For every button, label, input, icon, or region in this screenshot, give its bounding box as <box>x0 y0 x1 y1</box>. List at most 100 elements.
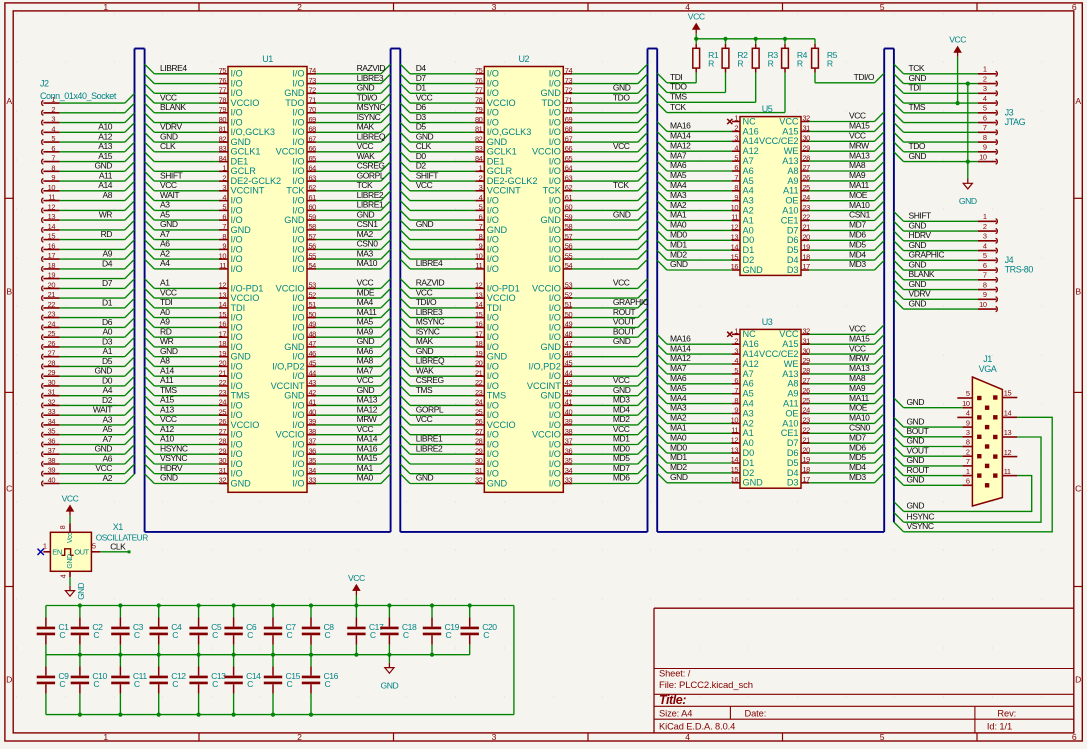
svg-text:MA8: MA8 <box>849 160 866 170</box>
svg-text:BLANK: BLANK <box>909 269 935 279</box>
svg-text:MD4: MD4 <box>613 404 630 414</box>
svg-text:21: 21 <box>219 368 227 377</box>
svg-text:22: 22 <box>475 378 483 387</box>
svg-text:I/O: I/O <box>292 293 304 303</box>
svg-text:A11: A11 <box>783 399 799 409</box>
svg-text:MA13: MA13 <box>357 395 378 405</box>
svg-text:MA1: MA1 <box>357 463 374 473</box>
svg-text:A6: A6 <box>743 379 754 389</box>
svg-text:47: 47 <box>565 339 573 348</box>
svg-text:A: A <box>6 96 12 106</box>
svg-text:39: 39 <box>565 417 573 426</box>
svg-text:18: 18 <box>219 339 227 348</box>
svg-text:A0: A0 <box>743 225 754 235</box>
svg-text:42: 42 <box>565 388 573 397</box>
svg-text:28: 28 <box>475 437 483 446</box>
svg-text:HDRV: HDRV <box>909 230 932 240</box>
svg-text:16: 16 <box>731 262 739 271</box>
svg-text:I/O: I/O <box>292 176 304 186</box>
svg-text:9: 9 <box>734 193 738 202</box>
svg-text:VCC: VCC <box>779 116 799 126</box>
svg-text:GND: GND <box>160 473 178 483</box>
svg-text:A14: A14 <box>98 180 112 190</box>
svg-text:MA15: MA15 <box>357 453 378 463</box>
svg-text:A10: A10 <box>782 418 798 428</box>
svg-text:A7: A7 <box>103 434 113 444</box>
svg-text:28: 28 <box>803 366 811 375</box>
svg-text:29: 29 <box>803 356 811 365</box>
svg-text:52: 52 <box>309 290 317 299</box>
svg-text:GND: GND <box>416 219 434 229</box>
svg-text:27: 27 <box>48 349 56 358</box>
svg-text:GND: GND <box>357 336 375 346</box>
svg-text:CSN0: CSN0 <box>849 423 871 433</box>
svg-text:A8: A8 <box>787 379 798 389</box>
svg-text:MD1: MD1 <box>670 239 687 249</box>
svg-text:2: 2 <box>966 447 970 456</box>
svg-text:71: 71 <box>309 95 317 104</box>
svg-text:MD1: MD1 <box>670 452 687 462</box>
svg-text:D2: D2 <box>743 468 755 478</box>
svg-text:3: 3 <box>983 232 987 241</box>
svg-text:64: 64 <box>565 164 573 173</box>
svg-text:A2: A2 <box>743 206 754 216</box>
svg-text:5: 5 <box>51 134 55 143</box>
svg-text:GORPL: GORPL <box>357 170 385 180</box>
svg-text:MA16: MA16 <box>670 121 691 131</box>
svg-text:GND: GND <box>77 582 86 599</box>
svg-text:MA6: MA6 <box>357 346 374 356</box>
svg-text:40: 40 <box>565 407 573 416</box>
svg-text:WR: WR <box>160 336 174 346</box>
svg-text:43: 43 <box>309 378 317 387</box>
svg-text:14: 14 <box>475 300 483 309</box>
svg-text:MOE: MOE <box>849 190 868 200</box>
svg-text:10: 10 <box>962 399 970 408</box>
svg-text:GND: GND <box>67 554 74 569</box>
svg-text:I/O: I/O <box>487 469 499 479</box>
svg-text:GND: GND <box>909 220 927 230</box>
svg-text:Title:: Title: <box>659 693 686 707</box>
svg-text:C: C <box>59 630 65 640</box>
svg-text:D: D <box>6 675 12 685</box>
svg-text:65: 65 <box>309 154 317 163</box>
svg-text:TDO: TDO <box>613 92 630 102</box>
svg-text:I/O: I/O <box>292 313 304 323</box>
svg-text:VCC: VCC <box>357 375 374 385</box>
svg-text:I/O: I/O <box>231 254 243 264</box>
svg-text:U3: U3 <box>762 317 773 327</box>
svg-text:I/O,GCLK3: I/O,GCLK3 <box>231 127 275 137</box>
svg-text:GND: GND <box>909 298 927 308</box>
svg-text:10: 10 <box>979 300 987 309</box>
svg-text:57: 57 <box>565 232 573 241</box>
svg-text:I/O: I/O <box>231 235 243 245</box>
svg-text:67: 67 <box>309 134 317 143</box>
svg-text:66: 66 <box>309 144 317 153</box>
svg-text:MD0: MD0 <box>613 443 630 453</box>
svg-text:31: 31 <box>803 124 811 133</box>
svg-text:GND: GND <box>613 385 631 395</box>
svg-text:I/O: I/O <box>292 79 304 89</box>
svg-text:MA6: MA6 <box>670 160 687 170</box>
svg-text:22: 22 <box>48 300 56 309</box>
svg-text:4: 4 <box>61 574 68 578</box>
svg-text:VCCINT: VCCINT <box>271 381 305 391</box>
svg-text:11: 11 <box>1004 467 1011 476</box>
svg-text:I/O: I/O <box>292 352 304 362</box>
svg-text:62: 62 <box>309 183 317 192</box>
svg-text:MA15: MA15 <box>849 333 870 343</box>
svg-text:MA1: MA1 <box>670 423 687 433</box>
svg-text:28: 28 <box>803 153 811 162</box>
svg-text:17: 17 <box>48 251 56 260</box>
svg-text:D4: D4 <box>787 255 799 265</box>
svg-text:I/O: I/O <box>549 264 561 274</box>
svg-text:18: 18 <box>48 261 56 270</box>
svg-text:TMS: TMS <box>160 385 177 395</box>
svg-text:I/O: I/O <box>231 342 243 352</box>
svg-text:I/O: I/O <box>487 400 499 410</box>
svg-text:I/O: I/O <box>292 108 304 118</box>
svg-text:16: 16 <box>731 475 739 484</box>
svg-text:I/O: I/O <box>549 244 561 254</box>
svg-text:D0: D0 <box>416 151 427 161</box>
svg-text:I/O: I/O <box>549 400 561 410</box>
svg-text:I/O: I/O <box>487 264 499 274</box>
